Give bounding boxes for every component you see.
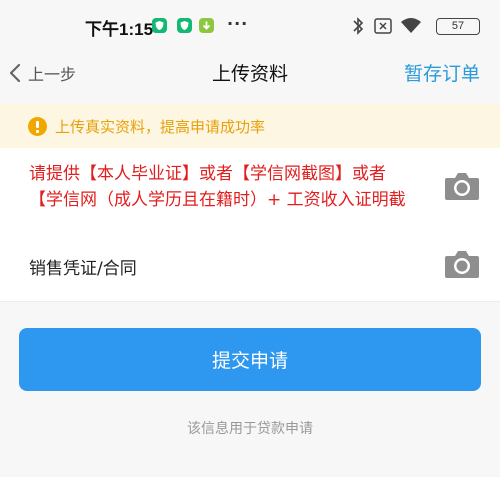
status-bar: 下午1:15 ··· 57	[0, 0, 500, 42]
status-time: 下午1:15	[85, 20, 154, 39]
shield-app-icon	[152, 18, 167, 33]
sim-off-icon	[374, 18, 392, 34]
more-notifications-icon: ···	[227, 14, 249, 33]
save-draft-button[interactable]: 暂存订单	[404, 59, 480, 86]
notice-banner: 上传真实资料，提高申请成功率	[0, 104, 500, 148]
battery-icon: 57	[436, 18, 480, 35]
notice-text: 上传真实资料，提高申请成功率	[55, 117, 266, 136]
requirement-line-1: 请提供【本人毕业证】或者【学信网截图】或者	[29, 164, 386, 184]
camera-icon[interactable]	[444, 171, 480, 201]
download-app-icon	[199, 18, 214, 33]
sales-contract-label: 销售凭证/合同	[29, 259, 137, 279]
upload-item-sales-contract[interactable]: 销售凭证/合同	[0, 228, 500, 302]
warning-icon	[28, 116, 47, 136]
upload-item-education[interactable]: 请提供【本人毕业证】或者【学信网截图】或者 【学信网（成人学历且在籍时）+ 工资…	[0, 148, 500, 228]
education-requirement-text: 请提供【本人毕业证】或者【学信网截图】或者 【学信网（成人学历且在籍时）+ 工资…	[29, 161, 439, 213]
submit-application-button[interactable]: 提交申请	[19, 328, 481, 391]
shield-app-icon-2	[177, 18, 192, 33]
wifi-icon	[401, 18, 421, 33]
nav-bar: 上一步 上传资料 暂存订单	[0, 42, 500, 104]
battery-level: 57	[451, 20, 465, 32]
camera-icon[interactable]	[444, 249, 480, 279]
upload-list: 请提供【本人毕业证】或者【学信网截图】或者 【学信网（成人学历且在籍时）+ 工资…	[0, 148, 500, 302]
requirement-line-2: 【学信网（成人学历且在籍时）+ 工资收入证明截	[29, 190, 406, 210]
footnote: 该信息用于贷款申请	[187, 421, 313, 437]
bluetooth-icon	[353, 17, 364, 35]
